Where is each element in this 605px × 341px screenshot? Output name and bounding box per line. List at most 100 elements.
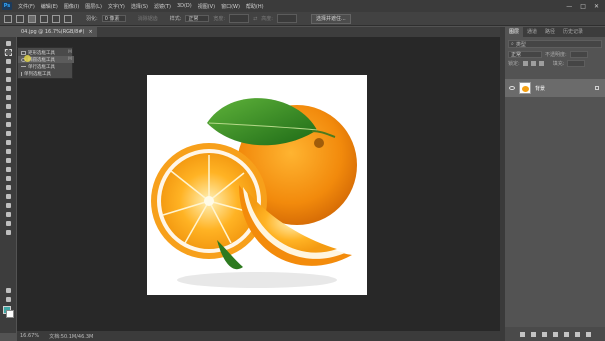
select-and-mask-button[interactable]: 选择并遮住... (310, 13, 351, 24)
new-group-icon[interactable] (563, 331, 569, 337)
layer-row-background[interactable]: 背景 (505, 79, 605, 97)
new-layer-icon[interactable] (574, 331, 580, 337)
shape-tool-icon[interactable] (4, 202, 12, 208)
quick-mask-icon[interactable] (4, 287, 12, 293)
photoshop-logo: Ps (2, 2, 12, 10)
lock-all-icon[interactable] (538, 61, 544, 66)
add-mask-icon[interactable] (541, 331, 547, 337)
zoom-tool-icon[interactable] (4, 220, 12, 226)
marquee-tool-icon[interactable] (4, 48, 12, 56)
intersect-selection-icon[interactable] (64, 14, 72, 23)
layer-style-icon[interactable] (530, 331, 536, 337)
tab-layers[interactable]: 图层 (505, 27, 524, 37)
screen-mode-icon[interactable] (4, 296, 12, 302)
home-icon[interactable] (4, 14, 12, 23)
layers-panel: 图层 通道 路径 历史记录 ⌕ 类型 正常 不透明度: 锁定: 填充: 背景 (505, 27, 605, 341)
antialias-checkbox[interactable]: 消除锯齿 (138, 15, 158, 22)
layers-panel-footer (505, 327, 605, 341)
flyout-item-label: 单行选框工具 (28, 64, 55, 70)
layer-filter-input[interactable]: ⌕ 类型 (508, 40, 602, 48)
layer-thumbnail (519, 82, 531, 94)
opacity-label: 不透明度: (545, 52, 567, 58)
hand-tool-icon[interactable] (4, 211, 12, 217)
blur-tool-icon[interactable] (4, 157, 12, 163)
menu-filter[interactable]: 滤镜(T) (151, 3, 174, 10)
healing-brush-tool-icon[interactable] (4, 103, 12, 109)
width-input[interactable] (229, 14, 250, 23)
lasso-tool-icon[interactable] (4, 58, 12, 64)
flyout-item-shortcut: M (68, 50, 72, 55)
document-size[interactable]: 文档:50.1M/46.3M (49, 333, 93, 340)
clone-stamp-tool-icon[interactable] (4, 121, 12, 127)
window-controls: — □ ✕ (566, 3, 605, 10)
single-row-marquee-icon (21, 66, 26, 67)
gradient-tool-icon[interactable] (4, 148, 12, 154)
magic-wand-tool-icon[interactable] (4, 67, 12, 73)
menu-layer[interactable]: 图层(L) (82, 3, 105, 10)
layer-filter-label: 类型 (515, 41, 526, 48)
path-selection-tool-icon[interactable] (4, 193, 12, 199)
add-selection-icon[interactable] (40, 14, 48, 23)
tab-channels[interactable]: 通道 (523, 27, 541, 37)
flyout-item-label: 单列选框工具 (24, 71, 51, 77)
lock-pixels-icon[interactable] (522, 61, 528, 66)
tab-paths[interactable]: 路径 (541, 27, 559, 37)
flyout-single-column-marquee[interactable]: 单列选框工具 (18, 70, 74, 77)
lock-icon (595, 86, 599, 90)
menu-view[interactable]: 视图(V) (195, 3, 218, 10)
menu-bar: Ps 文件(F) 编辑(E) 图像(I) 图层(L) 文字(Y) 选择(S) 滤… (0, 0, 605, 12)
brush-tool-icon[interactable] (4, 112, 12, 118)
menu-help[interactable]: 帮助(H) (243, 3, 267, 10)
crop-tool-icon[interactable] (4, 76, 12, 82)
menu-select[interactable]: 选择(S) (128, 3, 151, 10)
frame-tool-icon[interactable] (4, 85, 12, 91)
height-input[interactable] (276, 14, 297, 23)
blend-mode-select[interactable]: 正常 (508, 51, 542, 58)
delete-layer-icon[interactable] (585, 331, 591, 337)
more-tools-icon[interactable] (4, 229, 12, 235)
menu-file[interactable]: 文件(F) (15, 3, 38, 10)
opacity-input[interactable] (569, 51, 588, 58)
move-tool-icon[interactable] (4, 40, 12, 46)
lock-position-icon[interactable] (530, 61, 536, 66)
panel-tabs: 图层 通道 路径 历史记录 (505, 27, 605, 37)
eyedropper-tool-icon[interactable] (4, 94, 12, 100)
document-tab[interactable]: 04.jpg @ 16.7%(RGB/8#) × (17, 27, 97, 37)
flyout-item-label: 椭圆选框工具 (28, 57, 55, 63)
subtract-selection-icon[interactable] (52, 14, 60, 23)
cursor-highlight (24, 55, 31, 62)
lock-row: 锁定: 填充: (508, 60, 602, 67)
menu-edit[interactable]: 编辑(E) (38, 3, 61, 10)
marquee-preset-icon[interactable] (16, 14, 24, 23)
close-tab-icon[interactable]: × (89, 27, 93, 37)
new-selection-icon[interactable] (28, 14, 36, 23)
dodge-tool-icon[interactable] (4, 166, 12, 172)
visibility-eye-icon[interactable] (509, 86, 515, 90)
menu-3d[interactable]: 3D(D) (174, 3, 195, 9)
zoom-level[interactable]: 16.67% (20, 333, 39, 339)
canvas-image[interactable] (147, 75, 367, 295)
menu-image[interactable]: 图像(I) (61, 3, 82, 10)
feather-input[interactable]: 0 像素 (101, 15, 126, 22)
swap-icon[interactable]: ⇄ (253, 16, 257, 22)
minimize-button[interactable]: — (566, 3, 572, 10)
close-window-button[interactable]: ✕ (594, 3, 599, 10)
type-tool-icon[interactable] (4, 184, 12, 190)
link-layers-icon[interactable] (519, 331, 525, 337)
eraser-tool-icon[interactable] (4, 139, 12, 145)
menu-window[interactable]: 窗口(W) (218, 3, 243, 10)
maximize-button[interactable]: □ (580, 3, 586, 10)
fill-label: 填充: (552, 61, 565, 67)
adjustment-layer-icon[interactable] (552, 331, 558, 337)
lock-label: 锁定: (508, 61, 520, 67)
document-tab-bar: 04.jpg @ 16.7%(RGB/8#) × (17, 27, 500, 37)
fill-input[interactable] (567, 60, 586, 67)
background-color-swatch[interactable] (6, 310, 14, 318)
pen-tool-icon[interactable] (4, 175, 12, 181)
history-brush-tool-icon[interactable] (4, 130, 12, 136)
menu-type[interactable]: 文字(Y) (105, 3, 128, 10)
flyout-single-row-marquee[interactable]: 单行选框工具 (18, 63, 74, 70)
tab-history[interactable]: 历史记录 (559, 27, 587, 37)
layer-name: 背景 (535, 85, 546, 92)
style-select[interactable]: 正常 (185, 15, 210, 22)
